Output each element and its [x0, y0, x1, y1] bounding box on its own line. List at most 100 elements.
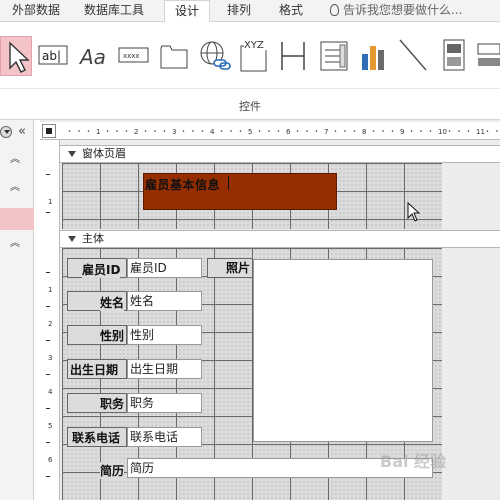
tab-database-tools[interactable]: 数据库工具: [74, 0, 154, 22]
ruler-tick: [315, 130, 318, 132]
detail-section-bar[interactable]: 主体: [60, 230, 500, 248]
chart-button[interactable]: [358, 36, 390, 76]
toggle-button[interactable]: [440, 36, 468, 76]
ruler-tick: [296, 130, 299, 132]
ruler-tick: [46, 374, 50, 375]
tab-control-icon: [160, 45, 188, 69]
ruler-tick: [192, 130, 194, 132]
button-control-button[interactable]: xxxx: [117, 36, 151, 76]
ruler-number: 11: [476, 128, 485, 136]
web-browser-button[interactable]: XYZ: [238, 36, 270, 76]
ruler-tick: [46, 174, 50, 175]
tab-design[interactable]: 设计: [164, 0, 210, 23]
photo-label[interactable]: 照片: [226, 259, 251, 276]
ruler-tick: [496, 130, 498, 132]
chevron-up-icon[interactable]: ︽: [10, 234, 20, 249]
ruler-tick: [78, 130, 80, 132]
chevron-up-icon[interactable]: ︽: [10, 150, 20, 165]
ruler-number: 5: [48, 422, 53, 430]
form-header-empty-area: [442, 163, 500, 229]
ruler-tick: [277, 130, 280, 132]
label-button[interactable]: Aa: [78, 36, 112, 76]
ruler-tick: [239, 130, 242, 132]
collapse-pane-icon[interactable]: «: [18, 124, 26, 139]
form-header-section-bar[interactable]: 窗体页眉: [60, 145, 500, 163]
ribbon-group-divider: [0, 88, 500, 89]
field-label-birth-date[interactable]: 出生日期: [70, 361, 119, 378]
ruler-tick: [154, 130, 156, 132]
ruler-number: 4: [48, 388, 53, 396]
hyperlink-icon: [200, 41, 231, 70]
field-label-gender[interactable]: 性别: [100, 327, 125, 344]
ruler-number: 2: [48, 320, 53, 328]
textbox-employee-id[interactable]: 雇员ID: [127, 258, 202, 278]
field-label-resume[interactable]: 简历: [100, 462, 125, 479]
svg-text:XYZ: XYZ: [244, 40, 264, 51]
field-label-name[interactable]: 姓名: [100, 294, 125, 311]
option-group-icon: [320, 41, 348, 71]
ruler-number: 6: [286, 128, 291, 136]
ruler-number: 10: [438, 128, 447, 136]
textbox-birth-date[interactable]: 出生日期: [127, 359, 202, 379]
vertical-ruler: 1 1 2 3 4 5 6: [40, 140, 60, 500]
ruler-tick: [382, 130, 384, 132]
select-pointer-icon: [9, 41, 30, 73]
ruler-tick: [116, 130, 118, 132]
tab-arrange[interactable]: 排列: [218, 0, 260, 22]
ruler-number: 6: [48, 456, 53, 464]
textbox-position[interactable]: 职务: [127, 393, 202, 413]
select-pointer-button[interactable]: [0, 36, 32, 76]
label-icon: Aa: [78, 45, 106, 69]
tab-control-button[interactable]: [158, 36, 190, 76]
detail-empty-area: [442, 248, 500, 500]
ruler-tick: [46, 212, 50, 213]
field-label-phone[interactable]: 联系电话: [72, 429, 121, 446]
navigation-button[interactable]: [278, 36, 308, 76]
tab-format[interactable]: 格式: [270, 0, 312, 22]
ruler-number: 9: [400, 128, 404, 136]
form-title-text[interactable]: 雇员基本信息: [145, 176, 220, 193]
textbox-button[interactable]: ab|: [37, 36, 69, 76]
field-label-position[interactable]: 职务: [100, 395, 125, 412]
ruler-tick: [125, 130, 128, 132]
ruler-tick: [46, 476, 50, 477]
ruler-tick: [68, 130, 71, 132]
ruler-tick: [334, 130, 337, 132]
nav-menu-icon[interactable]: [0, 126, 12, 138]
svg-text:xxxx: xxxx: [123, 52, 140, 60]
line-button[interactable]: [396, 36, 430, 76]
ruler-tick: [220, 130, 223, 132]
textbox-name[interactable]: 姓名: [127, 291, 202, 311]
ruler-tick: [230, 130, 232, 132]
chevron-up-icon[interactable]: ︽: [10, 178, 20, 193]
ruler-number: 4: [210, 128, 215, 136]
ruler-tick: [353, 130, 356, 132]
left-navigation-pane: « ︽ ︽ ︽: [0, 120, 34, 500]
ruler-ticks: 1 2 3 4 5 6 7 8 9 10 11: [68, 128, 498, 136]
tab-external-data[interactable]: 外部数据: [6, 0, 66, 22]
textbox-phone[interactable]: 联系电话: [127, 427, 202, 447]
ruler-tick: [46, 408, 50, 409]
ruler-tick: [391, 130, 394, 132]
tell-me-search[interactable]: 告诉我您想要做什么...: [330, 0, 462, 22]
navigation-icon: [281, 42, 305, 70]
ruler-tick: [106, 130, 109, 132]
ruler-tick: [410, 130, 413, 132]
ruler-tick: [163, 130, 166, 132]
ruler-tick: [372, 130, 375, 132]
hyperlink-button[interactable]: [196, 36, 232, 76]
ruler-number: 1: [48, 198, 53, 206]
text-caret: [228, 176, 229, 190]
ruler-number: 2: [134, 128, 138, 136]
option-group-button[interactable]: [318, 36, 350, 76]
form-selector-box[interactable]: [42, 124, 56, 138]
ruler-tick: [268, 130, 270, 132]
controls-group-label: 控件: [239, 100, 261, 113]
nav-selected-item[interactable]: [0, 208, 34, 230]
field-label-employee-id[interactable]: 雇员ID: [82, 261, 121, 278]
line-icon: [399, 39, 427, 71]
rectangle-button[interactable]: [474, 36, 500, 76]
textbox-gender[interactable]: 性别: [127, 325, 202, 345]
photo-attachment-control[interactable]: [253, 259, 433, 442]
section-arrow-icon: [68, 151, 76, 157]
